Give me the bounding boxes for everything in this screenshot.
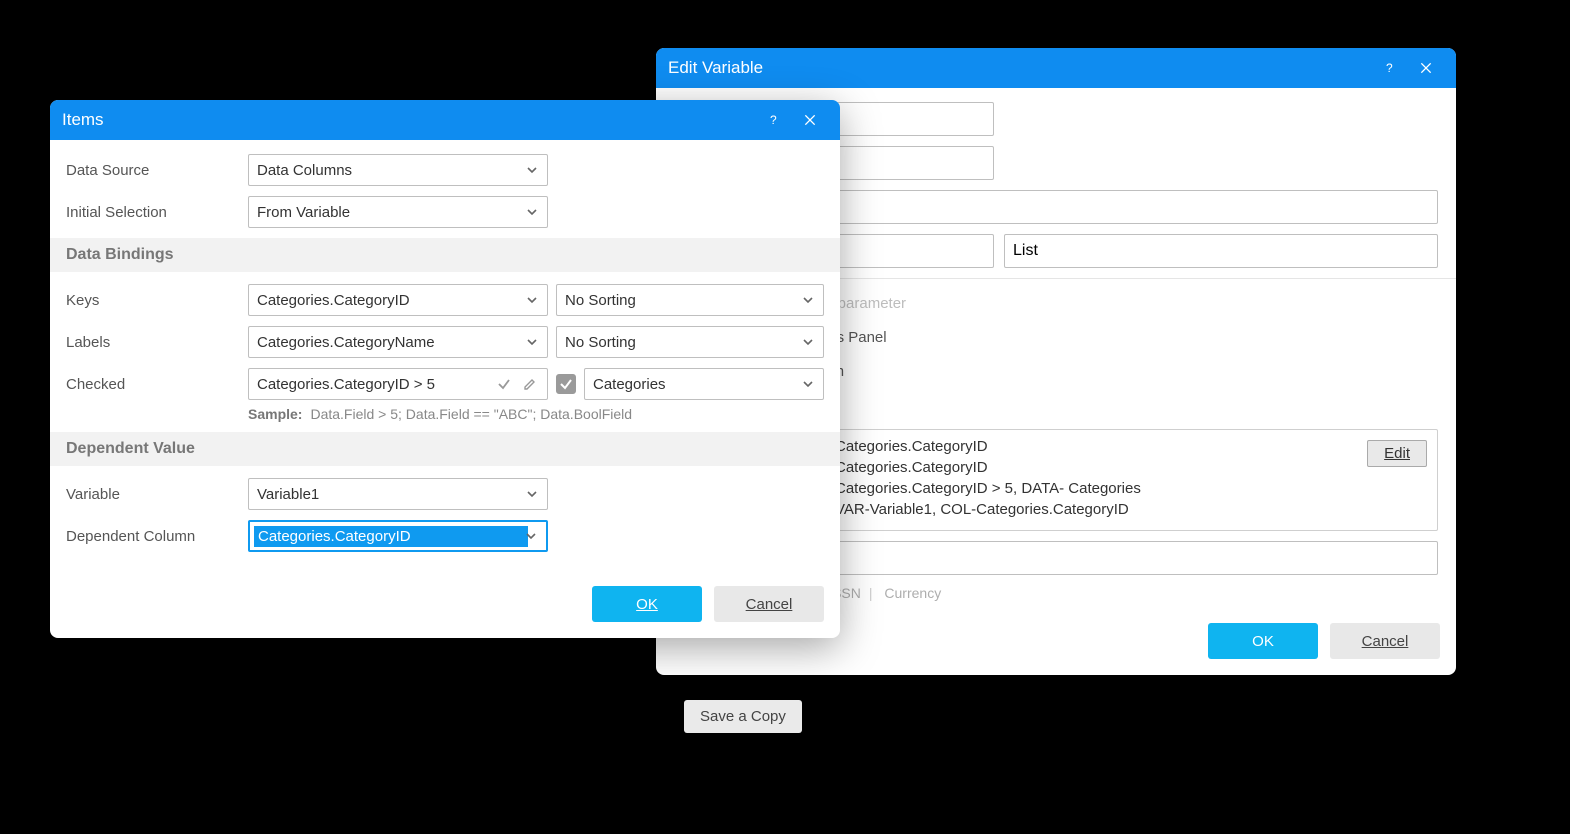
chevron-down-icon <box>801 377 815 391</box>
chevron-down-icon <box>525 335 539 349</box>
chevron-down-icon <box>525 293 539 307</box>
svg-text:?: ? <box>770 113 777 127</box>
checked-expression-input[interactable]: Categories.CategoryID > 5 <box>248 368 548 400</box>
checked-source-combo[interactable]: Categories <box>584 368 824 400</box>
chevron-down-icon <box>801 335 815 349</box>
items-body: Data Source Data Columns Initial Selecti… <box>50 140 840 578</box>
mask-link-currency[interactable]: Currency <box>884 585 941 601</box>
edit-variable-title: Edit Variable <box>668 58 1372 78</box>
check-icon[interactable] <box>493 373 515 395</box>
mode-combo[interactable]: List <box>1004 234 1438 268</box>
help-button[interactable]: ? <box>1372 50 1408 86</box>
checked-label: Checked <box>66 376 248 393</box>
edit-variable-titlebar: Edit Variable ? <box>656 48 1456 88</box>
data-source-label: Data Source <box>66 162 248 179</box>
labels-combo[interactable]: Categories.CategoryName <box>248 326 548 358</box>
chevron-down-icon <box>525 163 539 177</box>
initial-selection-label: Initial Selection <box>66 204 248 221</box>
data-bindings-section: Data Bindings <box>50 238 840 272</box>
chevron-down-icon <box>525 205 539 219</box>
chevron-down-icon <box>801 293 815 307</box>
cancel-button[interactable]: Cancel <box>1330 623 1440 659</box>
initial-selection-combo[interactable]: From Variable <box>248 196 548 228</box>
items-dialog: Items ? Data Source Data Columns Initial… <box>50 100 840 638</box>
dependent-column-label: Dependent Column <box>66 528 248 545</box>
variable-label: Variable <box>66 486 248 503</box>
save-a-copy-button[interactable]: Save a Copy <box>684 700 802 733</box>
dependent-column-combo[interactable]: Categories.CategoryID <box>248 520 548 552</box>
keys-combo[interactable]: Categories.CategoryID <box>248 284 548 316</box>
variable-combo[interactable]: Variable1 <box>248 478 548 510</box>
chevron-down-icon <box>525 487 539 501</box>
svg-text:?: ? <box>1386 61 1393 75</box>
labels-sort-combo[interactable]: No Sorting <box>556 326 824 358</box>
chevron-down-icon <box>524 529 538 543</box>
ok-button[interactable]: OK <box>1208 623 1318 659</box>
dependent-value-section: Dependent Value <box>50 432 840 466</box>
ok-button[interactable]: OK <box>592 586 702 622</box>
data-source-combo[interactable]: Data Columns <box>248 154 548 186</box>
checked-enable-checkbox[interactable] <box>556 374 576 394</box>
checked-sample: Sample:Data.Field > 5; Data.Field == "AB… <box>248 406 824 422</box>
keys-sort-combo[interactable]: No Sorting <box>556 284 824 316</box>
items-titlebar: Items ? <box>50 100 840 140</box>
edit-bindings-button[interactable]: Edit <box>1367 440 1427 467</box>
keys-label: Keys <box>66 292 248 309</box>
close-button[interactable] <box>792 102 828 138</box>
items-title: Items <box>62 110 756 130</box>
close-button[interactable] <box>1408 50 1444 86</box>
help-button[interactable]: ? <box>756 102 792 138</box>
cancel-button[interactable]: Cancel <box>714 586 824 622</box>
labels-label: Labels <box>66 334 248 351</box>
items-footer: OK Cancel <box>50 578 840 638</box>
pencil-icon[interactable] <box>519 373 541 395</box>
